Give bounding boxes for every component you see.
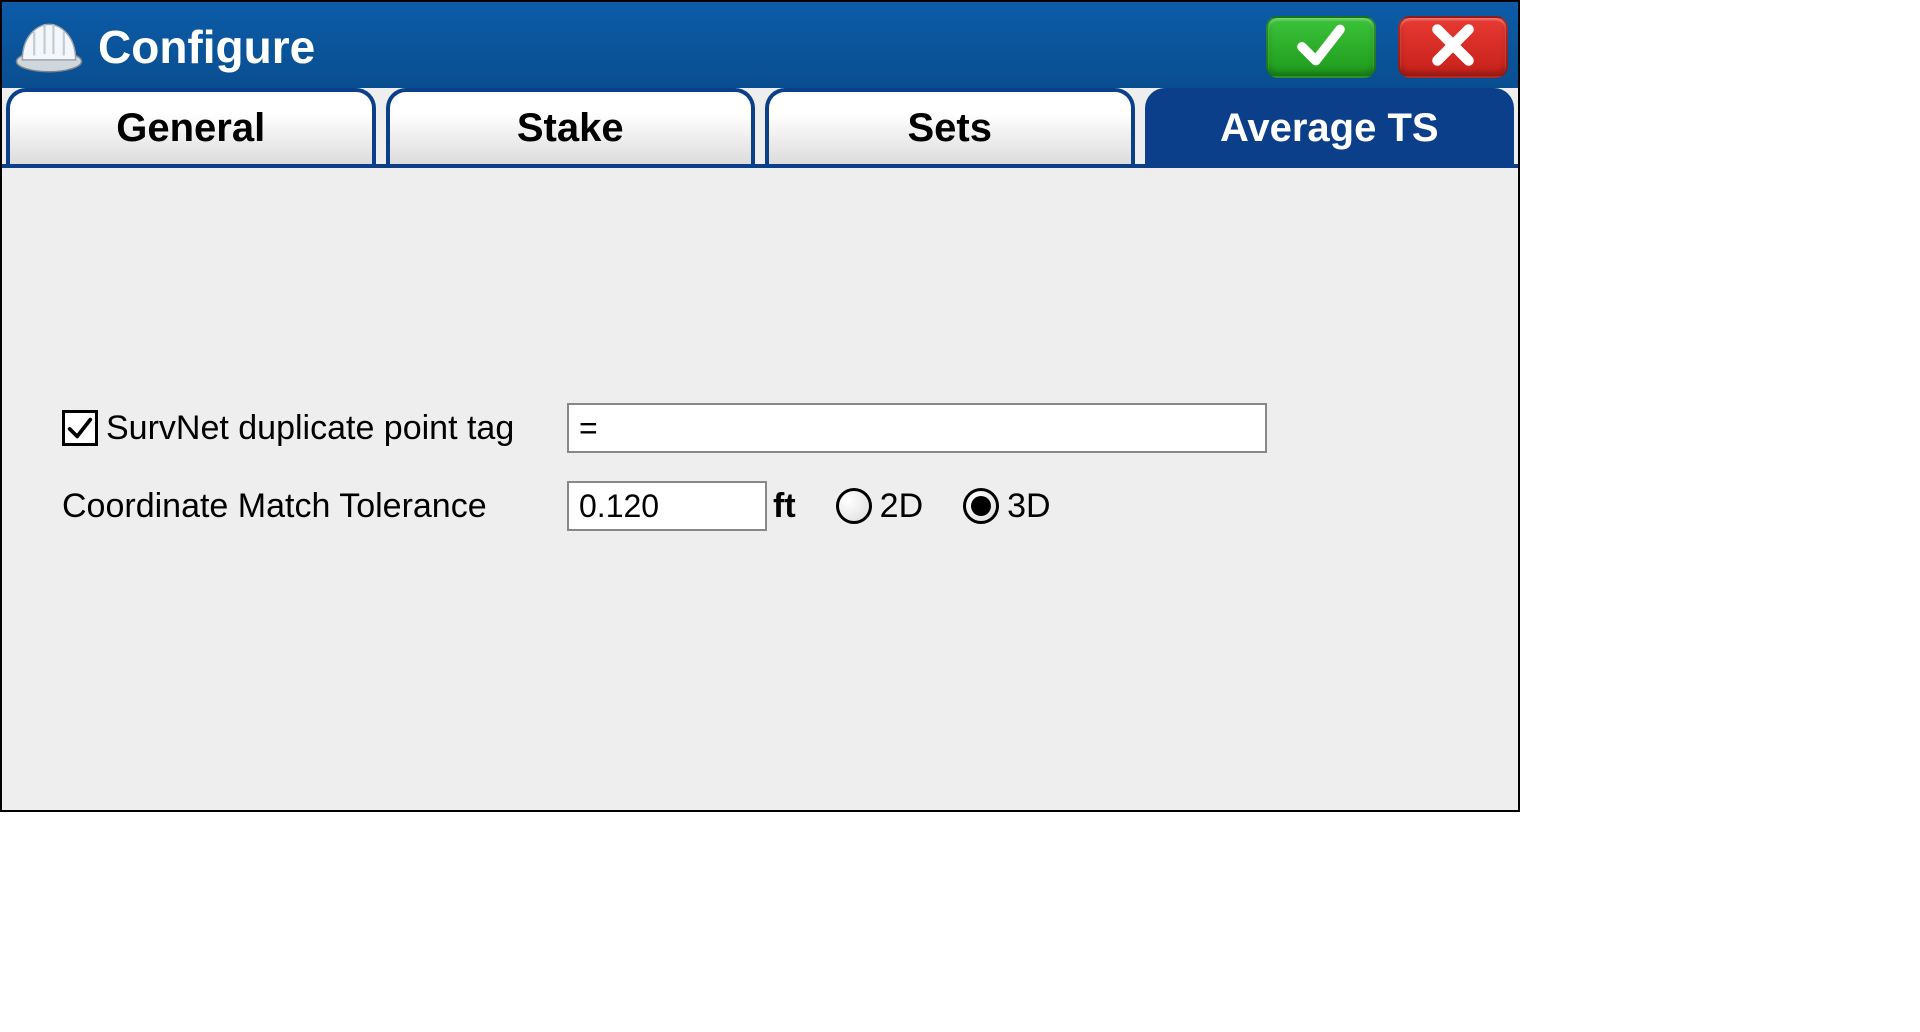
tab-bar: General Stake Sets Average TS [2, 88, 1518, 168]
tab-sets[interactable]: Sets [765, 88, 1135, 164]
radio-3d-label: 3D [1007, 487, 1050, 526]
checkmark-icon [66, 414, 94, 442]
ok-button[interactable] [1266, 16, 1376, 78]
survnet-label: SurvNet duplicate point tag [106, 409, 514, 448]
check-icon [1295, 19, 1347, 76]
tolerance-label: Coordinate Match Tolerance [62, 487, 487, 526]
hardhat-icon [12, 17, 86, 77]
tolerance-row: Coordinate Match Tolerance ft 2D 3D [62, 476, 1458, 536]
radio-icon [963, 488, 999, 524]
survnet-checkbox[interactable] [62, 410, 98, 446]
close-icon [1427, 19, 1479, 76]
tab-stake[interactable]: Stake [386, 88, 756, 164]
survnet-tag-input[interactable] [567, 403, 1267, 453]
radio-2d-label: 2D [880, 487, 923, 526]
radio-2d[interactable]: 2D [836, 487, 923, 526]
tab-general[interactable]: General [6, 88, 376, 164]
tolerance-unit: ft [773, 487, 796, 526]
radio-icon [836, 488, 872, 524]
tab-content: SurvNet duplicate point tag Coordinate M… [2, 168, 1518, 810]
page-title: Configure [98, 20, 1254, 74]
tolerance-mode-group: 2D 3D [836, 487, 1051, 526]
tab-average-ts[interactable]: Average TS [1145, 88, 1515, 164]
title-bar: Configure [2, 2, 1518, 92]
cancel-button[interactable] [1398, 16, 1508, 78]
tolerance-input[interactable] [567, 481, 767, 531]
radio-3d[interactable]: 3D [963, 487, 1050, 526]
survnet-row: SurvNet duplicate point tag [62, 398, 1458, 458]
